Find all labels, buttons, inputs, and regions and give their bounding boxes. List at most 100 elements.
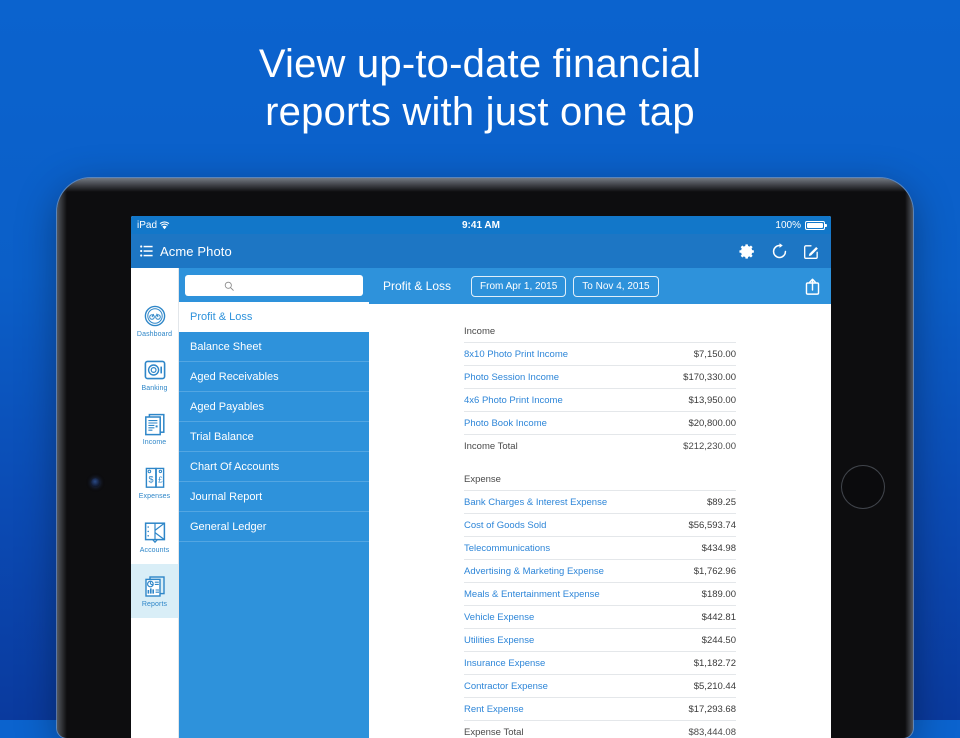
row-label[interactable]: Insurance Expense xyxy=(464,658,545,669)
table-row[interactable]: Insurance Expense $1,182.72 xyxy=(464,651,736,674)
search-container xyxy=(179,275,369,302)
report-list-item-journal-report[interactable]: Journal Report xyxy=(179,482,369,512)
status-bar-time: 9:41 AM xyxy=(462,219,500,231)
section-heading-expense: Expense xyxy=(464,474,501,485)
app-navigation-bar: Acme Photo xyxy=(131,234,831,268)
table-row-total-expense: Expense Total $83,444.08 xyxy=(464,720,736,738)
row-amount: $434.98 xyxy=(701,542,736,554)
sidebar-item-dashboard[interactable]: Dashboard xyxy=(131,294,178,348)
report-list-item-general-ledger[interactable]: General Ledger xyxy=(179,512,369,542)
svg-text:£: £ xyxy=(158,475,163,484)
report-list-label: Profit & Loss xyxy=(190,310,253,323)
sidebar-item-reports[interactable]: Reports xyxy=(131,564,178,618)
table-row[interactable]: Contractor Expense $5,210.44 xyxy=(464,674,736,697)
table-row[interactable]: Vehicle Expense $442.81 xyxy=(464,605,736,628)
navbar-left: Acme Photo xyxy=(140,244,232,259)
navbar-actions xyxy=(739,242,820,260)
page-title: View up-to-date financial reports with j… xyxy=(0,40,960,136)
row-label[interactable]: Meals & Entertainment Expense xyxy=(464,589,600,600)
date-to-button[interactable]: To Nov 4, 2015 xyxy=(573,275,659,297)
sidebar-item-accounts[interactable]: Accounts xyxy=(131,510,178,564)
report-list-item-profit-and-loss[interactable]: Profit & Loss xyxy=(179,302,369,332)
table-row[interactable]: Advertising & Marketing Expense $1,762.9… xyxy=(464,559,736,582)
row-label[interactable]: Cost of Goods Sold xyxy=(464,520,546,531)
sidebar-item-expenses[interactable]: $ £ Expenses xyxy=(131,456,178,510)
sidebar-label-banking: Banking xyxy=(141,384,168,392)
row-amount: $170,330.00 xyxy=(683,371,736,383)
row-label[interactable]: Rent Expense xyxy=(464,704,524,715)
sidebar-label-accounts: Accounts xyxy=(139,546,170,554)
refresh-icon[interactable] xyxy=(771,242,788,260)
report-list-item-trial-balance[interactable]: Trial Balance xyxy=(179,422,369,452)
list-menu-icon[interactable] xyxy=(140,245,153,257)
compose-icon[interactable] xyxy=(803,243,820,260)
report-toolbar: Profit & Loss From Apr 1, 2015 To Nov 4,… xyxy=(369,268,831,304)
row-amount: $212,230.00 xyxy=(683,440,736,452)
row-label[interactable]: 8x10 Photo Print Income xyxy=(464,349,568,360)
date-from-button[interactable]: From Apr 1, 2015 xyxy=(471,275,567,297)
row-amount: $13,950.00 xyxy=(688,394,736,406)
app-title: Acme Photo xyxy=(160,243,232,259)
sidebar-label-income: Income xyxy=(142,438,167,446)
row-label[interactable]: Contractor Expense xyxy=(464,681,548,692)
report-list-label: Aged Payables xyxy=(190,400,264,413)
home-button[interactable] xyxy=(841,465,885,509)
report-content: Profit & Loss From Apr 1, 2015 To Nov 4,… xyxy=(369,268,831,738)
report-list-item-chart-of-accounts[interactable]: Chart Of Accounts xyxy=(179,452,369,482)
table-row[interactable]: Rent Expense $17,293.68 xyxy=(464,697,736,720)
report-table: Income 8x10 Photo Print Income $7,150.00… xyxy=(464,326,736,738)
front-camera-icon xyxy=(91,478,100,487)
binder-icon xyxy=(144,521,165,543)
row-label[interactable]: Photo Session Income xyxy=(464,372,559,383)
report-chart-icon xyxy=(144,575,165,597)
app-body: Dashboard Banking Income $ £ Expenses Ac… xyxy=(131,268,831,738)
table-row[interactable]: Photo Session Income $170,330.00 xyxy=(464,365,736,388)
table-row[interactable]: Utilities Expense $244.50 xyxy=(464,628,736,651)
table-row[interactable]: Bank Charges & Interest Expense $89.25 xyxy=(464,490,736,513)
table-row[interactable]: 8x10 Photo Print Income $7,150.00 xyxy=(464,342,736,365)
row-label[interactable]: Bank Charges & Interest Expense xyxy=(464,497,607,508)
report-list-item-balance-sheet[interactable]: Balance Sheet xyxy=(179,332,369,362)
row-amount: $1,762.96 xyxy=(693,565,736,577)
sidebar-label-expenses: Expenses xyxy=(138,492,171,500)
row-label[interactable]: Utilities Expense xyxy=(464,635,534,646)
row-label[interactable]: Vehicle Expense xyxy=(464,612,534,623)
row-label[interactable]: 4x6 Photo Print Income xyxy=(464,395,563,406)
status-bar-right: 100% xyxy=(775,219,827,231)
share-icon[interactable] xyxy=(803,277,822,296)
battery-percent-label: 100% xyxy=(775,219,801,231)
row-label[interactable]: Advertising & Marketing Expense xyxy=(464,566,604,577)
report-list-panel: Profit & Loss Balance Sheet Aged Receiva… xyxy=(179,268,369,738)
table-row[interactable]: Telecommunications $434.98 xyxy=(464,536,736,559)
table-row[interactable]: Meals & Entertainment Expense $189.00 xyxy=(464,582,736,605)
report-title: Profit & Loss xyxy=(383,279,452,293)
table-row[interactable]: Cost of Goods Sold $56,593.74 xyxy=(464,513,736,536)
price-tags-icon: $ £ xyxy=(145,467,164,488)
gauge-icon xyxy=(144,305,165,326)
search-input[interactable] xyxy=(234,280,324,291)
report-list-item-aged-payables[interactable]: Aged Payables xyxy=(179,392,369,422)
vault-icon xyxy=(144,360,165,379)
svg-text:$: $ xyxy=(148,474,153,484)
sidebar-item-banking[interactable]: Banking xyxy=(131,348,178,402)
row-label[interactable]: Telecommunications xyxy=(464,543,550,554)
ipad-device-frame: iPad 9:41 AM 100% Acme Photo Dashboard B… xyxy=(57,178,913,738)
report-list-item-aged-receivables[interactable]: Aged Receivables xyxy=(179,362,369,392)
table-row-total-income: Income Total $212,230.00 xyxy=(464,434,736,457)
report-list-label: Journal Report xyxy=(190,490,263,503)
report-scroll-area[interactable]: Income 8x10 Photo Print Income $7,150.00… xyxy=(369,304,831,738)
table-row[interactable]: 4x6 Photo Print Income $13,950.00 xyxy=(464,388,736,411)
documents-icon xyxy=(144,413,165,435)
section-heading-income: Income xyxy=(464,326,496,337)
report-list-label: Chart Of Accounts xyxy=(190,460,280,473)
row-amount: $189.00 xyxy=(701,588,736,600)
report-list-label: General Ledger xyxy=(190,520,267,533)
table-row[interactable]: Photo Book Income $20,800.00 xyxy=(464,411,736,434)
gear-icon[interactable] xyxy=(739,243,756,260)
search-box[interactable] xyxy=(185,275,363,296)
row-label[interactable]: Photo Book Income xyxy=(464,418,547,429)
sidebar-item-income[interactable]: Income xyxy=(131,402,178,456)
headline-line-1: View up-to-date financial xyxy=(258,42,702,86)
row-amount: $442.81 xyxy=(701,611,736,623)
